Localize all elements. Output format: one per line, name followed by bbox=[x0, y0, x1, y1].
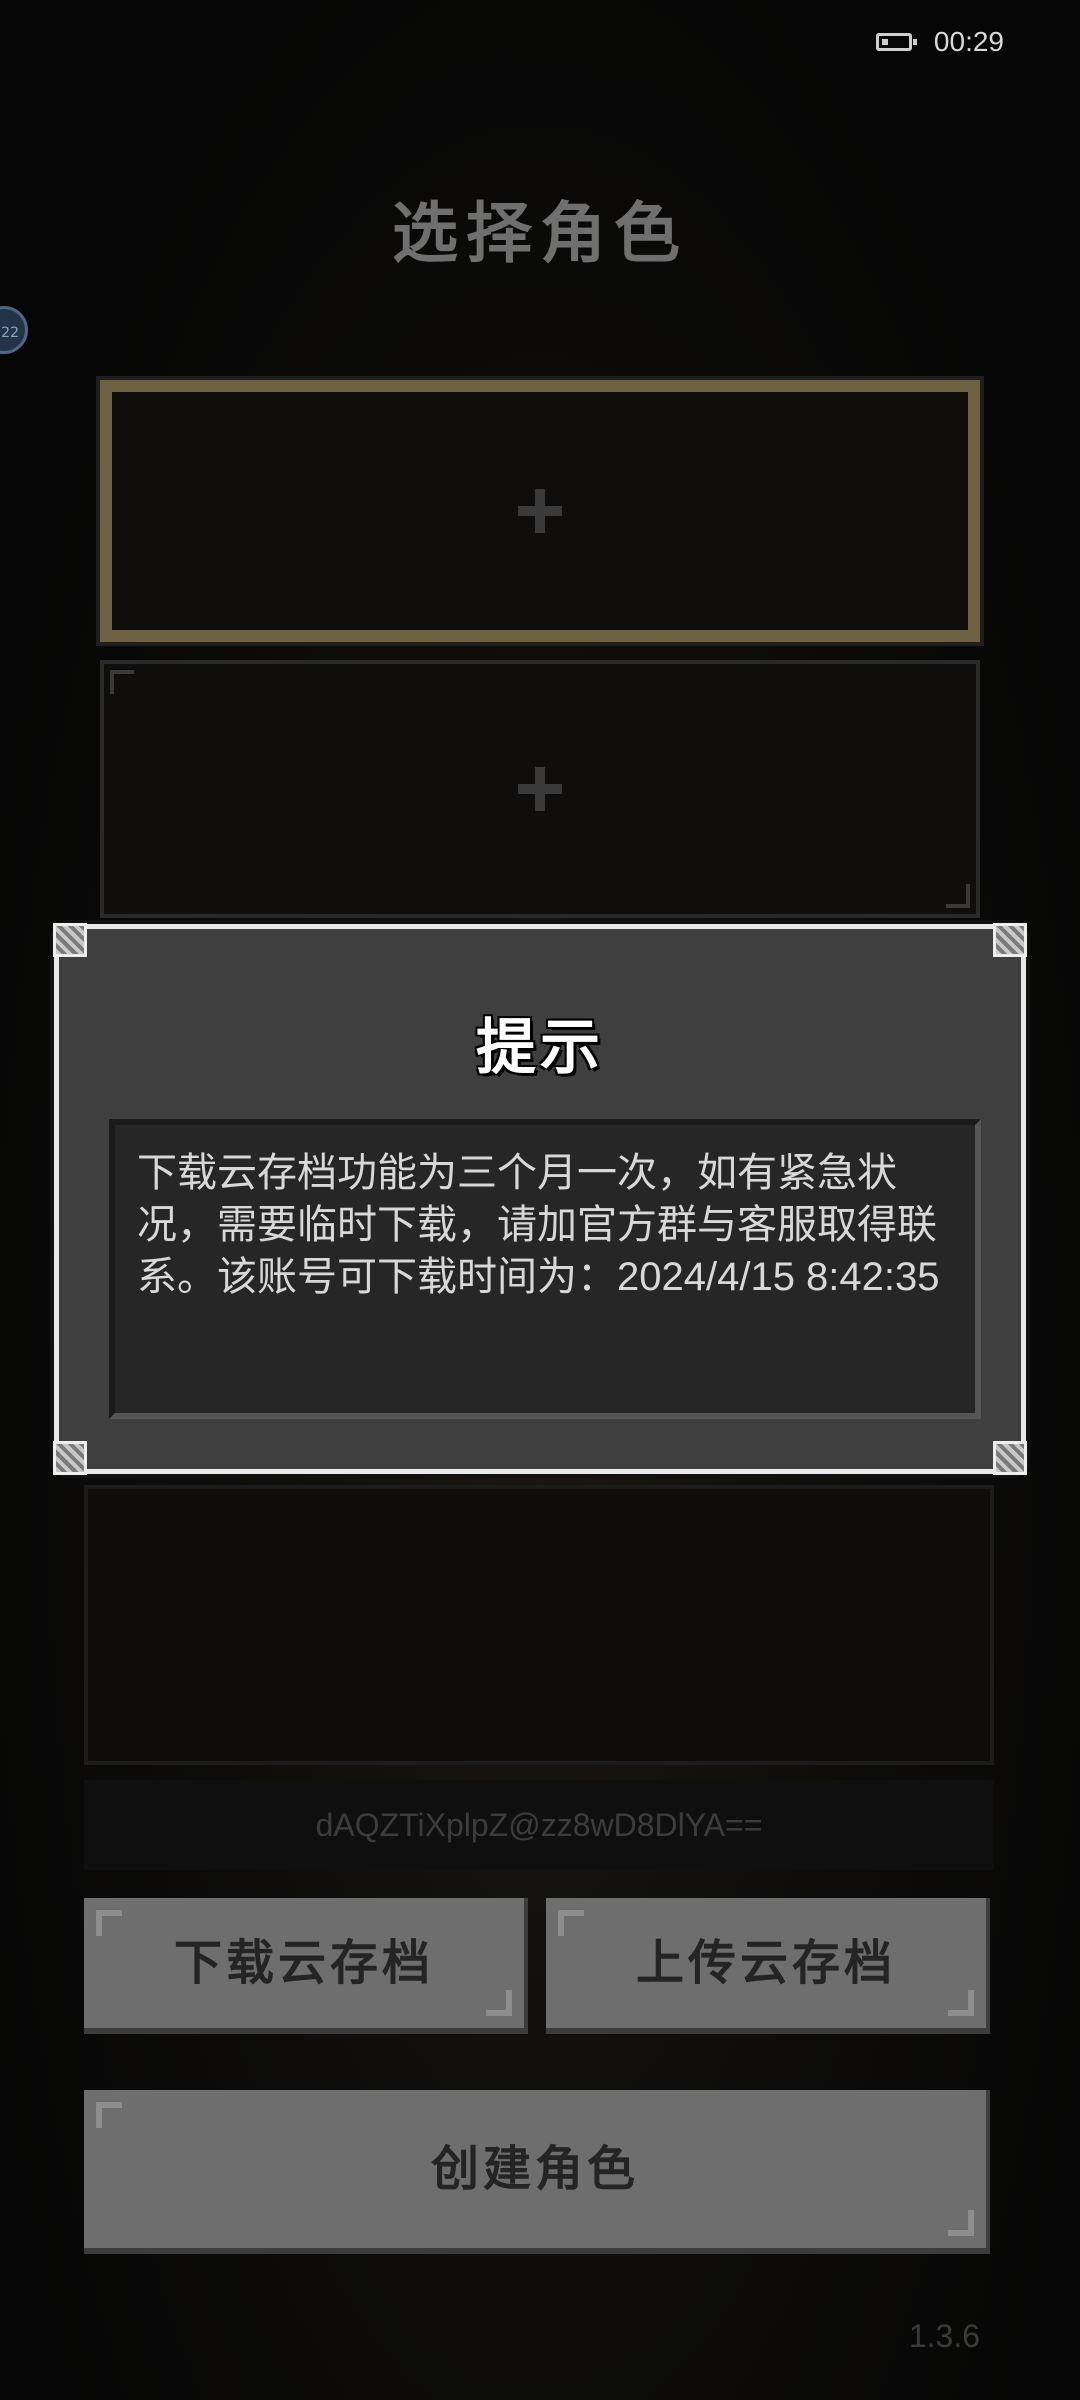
character-select-screen: 00:29 选择角色 22 dAQZTiXplpZ@zz8wD8DlYA== 下… bbox=[0, 0, 1080, 2400]
notice-dialog[interactable]: 提示 下载云存档功能为三个月一次，如有紧急状况，需要临时下载，请加官方群与客服取… bbox=[53, 923, 1027, 1475]
page-title: 选择角色 bbox=[392, 195, 688, 272]
character-slot-1[interactable] bbox=[96, 376, 984, 646]
dialog-message: 下载云存档功能为三个月一次，如有紧急状况，需要临时下载，请加官方群与客服取得联系… bbox=[109, 1119, 981, 1419]
dialog-corner bbox=[53, 923, 87, 957]
character-preview-panel bbox=[84, 1485, 994, 1765]
plus-icon bbox=[518, 767, 562, 811]
upload-cloud-save-button[interactable]: 上传云存档 bbox=[546, 1898, 990, 2034]
dialog-title: 提示 bbox=[476, 1013, 604, 1083]
dialog-corner bbox=[993, 923, 1027, 957]
status-bar: 00:29 bbox=[875, 22, 1004, 62]
account-id: dAQZTiXplpZ@zz8wD8DlYA== bbox=[84, 1780, 994, 1870]
status-time: 00:29 bbox=[933, 26, 1004, 57]
dialog-corner bbox=[53, 1441, 87, 1475]
create-character-button[interactable]: 创建角色 bbox=[84, 2090, 990, 2254]
version-label: 1.3.6 bbox=[908, 2318, 980, 2354]
battery-icon bbox=[875, 33, 917, 51]
dialog-corner bbox=[993, 1441, 1027, 1475]
upload-cloud-save-label: 上传云存档 bbox=[635, 1935, 896, 1991]
floating-badge[interactable]: 22 bbox=[0, 306, 28, 354]
create-character-label: 创建角色 bbox=[430, 2141, 639, 2197]
plus-icon bbox=[518, 489, 562, 533]
character-slot-2[interactable] bbox=[100, 660, 980, 918]
download-cloud-save-label: 下载云存档 bbox=[173, 1935, 434, 1991]
download-cloud-save-button[interactable]: 下载云存档 bbox=[84, 1898, 528, 2034]
